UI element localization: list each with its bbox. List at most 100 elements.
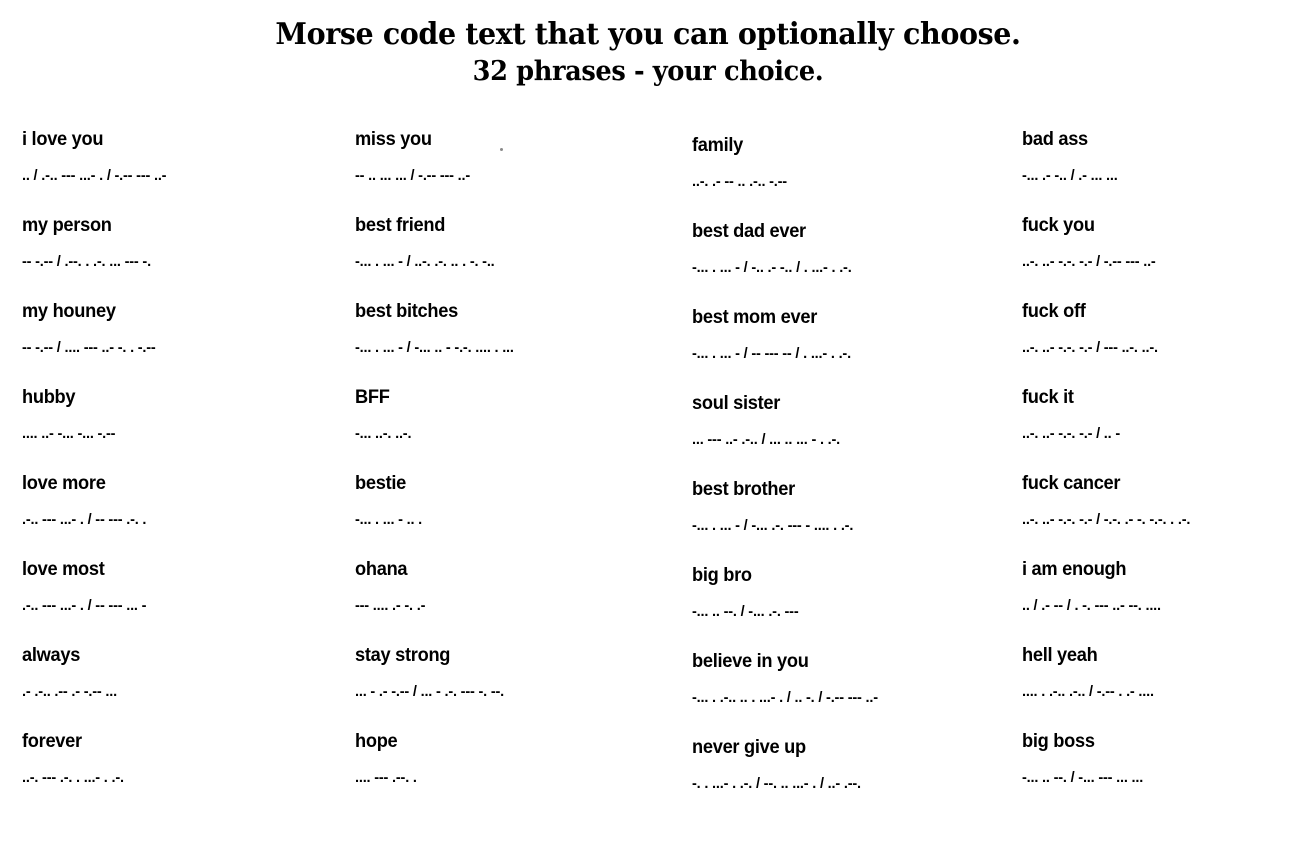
phrase-entry: best brother -... . ... - / -... .-. ---…	[692, 478, 1022, 564]
phrase-columns: i love you .. / .-.. --- ...- . / -.-- -…	[0, 0, 1296, 842]
morse-code: .-.. --- ...- . / -- --- .-. .	[22, 511, 147, 528]
phrase-entry: fuck it ..-. ..- -.-. -.- / .. -	[1022, 386, 1296, 472]
phrase-label: my houney	[22, 301, 116, 322]
phrase-label: best mom ever	[692, 307, 818, 328]
phrase-entry: miss you -- .. ... ... / -.-- --- ..-	[355, 128, 685, 214]
phrase-entry: soul sister ... --- ..- .-.. / ... .. ..…	[692, 392, 1022, 478]
phrase-label: big boss	[1022, 731, 1095, 752]
morse-code: -- -.-- / .--. . .-. ... --- -.	[22, 253, 151, 270]
morse-code: -... . ... - / -... .. - -.-. .... . ...	[355, 339, 514, 356]
phrase-label: family	[692, 135, 743, 156]
phrase-label: BFF	[355, 387, 390, 408]
phrase-label: i am enough	[1022, 559, 1127, 580]
phrase-label: believe in you	[692, 651, 809, 672]
phrase-entry: family ..-. .- -- .. .-.. -.--	[692, 134, 1022, 220]
morse-code: ... - .- -.-- / ... - .-. --- -. --.	[355, 683, 504, 700]
phrase-label: best bitches	[355, 301, 458, 322]
phrase-label: best friend	[355, 215, 446, 236]
page-root: Morse code text that you can optionally …	[0, 0, 1296, 842]
morse-code: -... . ... - .. .	[355, 511, 423, 528]
morse-code: -- -.-- / .... --- ..- -. . -.--	[22, 339, 156, 356]
phrase-column-3: family ..-. .- -- .. .-.. -.-- best dad …	[692, 134, 1022, 822]
phrase-entry: love most .-.. --- ...- . / -- --- ... -	[22, 558, 342, 644]
morse-code: -... .- -.. / .- ... ...	[1022, 167, 1118, 184]
phrase-label: bad ass	[1022, 129, 1088, 150]
phrase-entry: best bitches -... . ... - / -... .. - -.…	[355, 300, 685, 386]
phrase-label: big bro	[692, 565, 752, 586]
phrase-label: love most	[22, 559, 105, 580]
phrase-entry: stay strong ... - .- -.-- / ... - .-. --…	[355, 644, 685, 730]
morse-code: ... --- ..- .-.. / ... .. ... - . .-.	[692, 431, 841, 448]
morse-code: .... --- .--. .	[355, 769, 417, 786]
phrase-label: bestie	[355, 473, 406, 494]
phrase-label: soul sister	[692, 393, 781, 414]
phrase-entry: i love you .. / .-.. --- ...- . / -.-- -…	[22, 128, 342, 214]
phrase-label: hope	[355, 731, 398, 752]
phrase-column-1: i love you .. / .-.. --- ...- . / -.-- -…	[22, 128, 342, 816]
phrase-entry: BFF -... ..-. ..-.	[355, 386, 685, 472]
phrase-label: hubby	[22, 387, 76, 408]
morse-code: -. . ...- . .-. / --. .. ...- . / ..- .-…	[692, 775, 861, 792]
morse-code: -... . ... - / -.. .- -.. / . ...- . .-.	[692, 259, 852, 276]
phrase-entry: hope .... --- .--. .	[355, 730, 685, 816]
phrase-entry: hell yeah .... . .-.. .-.. / -.-- . .- .…	[1022, 644, 1296, 730]
morse-code: ..-. .- -- .. .-.. -.--	[692, 173, 787, 190]
phrase-label: i love you	[22, 129, 104, 150]
phrase-label: best dad ever	[692, 221, 806, 242]
phrase-entry: hubby .... ..- -... -... -.--	[22, 386, 342, 472]
phrase-label: my person	[22, 215, 112, 236]
phrase-label: ohana	[355, 559, 408, 580]
morse-code: .-.. --- ...- . / -- --- ... -	[22, 597, 147, 614]
phrase-entry: fuck cancer ..-. ..- -.-. -.- / -.-. .- …	[1022, 472, 1296, 558]
phrase-label: hell yeah	[1022, 645, 1098, 666]
phrase-entry: always .- .-.. .-- .- -.-- ...	[22, 644, 342, 730]
phrase-label: fuck off	[1022, 301, 1086, 322]
morse-code: -... . ... - / ..-. .-. .. . -. -..	[355, 253, 495, 270]
phrase-label: fuck cancer	[1022, 473, 1121, 494]
phrase-entry: ohana --- .... .- -. .-	[355, 558, 685, 644]
morse-code: -... . .-.. .. . ...- . / .. -. / -.-- -…	[692, 689, 878, 706]
morse-code: .... . .-.. .-.. / -.-- . .- ....	[1022, 683, 1154, 700]
morse-code: -... .. --. / -... .-. ---	[692, 603, 799, 620]
phrase-label: fuck it	[1022, 387, 1074, 408]
phrase-column-4: bad ass -... .- -.. / .- ... ... fuck yo…	[1022, 128, 1296, 816]
phrase-label: always	[22, 645, 81, 666]
phrase-entry: forever ..-. --- .-. . ...- . .-.	[22, 730, 342, 816]
morse-code: .. / .- -- / . -. --- ..- --. ....	[1022, 597, 1161, 614]
phrase-entry: big bro -... .. --. / -... .-. ---	[692, 564, 1022, 650]
morse-code: ..-. --- .-. . ...- . .-.	[22, 769, 124, 786]
morse-code: -... . ... - / -- --- -- / . ...- . .-.	[692, 345, 851, 362]
phrase-entry: best friend -... . ... - / ..-. .-. .. .…	[355, 214, 685, 300]
phrase-entry: big boss -... .. --. / -... --- ... ...	[1022, 730, 1296, 816]
morse-code: -- .. ... ... / -.-- --- ..-	[355, 167, 470, 184]
morse-code: --- .... .- -. .-	[355, 597, 426, 614]
phrase-label: love more	[22, 473, 106, 494]
scan-artifact-speck	[500, 148, 503, 151]
phrase-label: fuck you	[1022, 215, 1095, 236]
morse-code: -... . ... - / -... .-. --- - .... . .-.	[692, 517, 854, 534]
phrase-label: forever	[22, 731, 82, 752]
morse-code: ..-. ..- -.-. -.- / .. -	[1022, 425, 1120, 442]
morse-code: ..-. ..- -.-. -.- / -.-. .- -. -.-. . .-…	[1022, 511, 1191, 528]
phrase-label: never give up	[692, 737, 806, 758]
phrase-entry: fuck you ..-. ..- -.-. -.- / -.-- --- ..…	[1022, 214, 1296, 300]
phrase-entry: fuck off ..-. ..- -.-. -.- / --- ..-. ..…	[1022, 300, 1296, 386]
phrase-entry: i am enough .. / .- -- / . -. --- ..- --…	[1022, 558, 1296, 644]
phrase-column-2: miss you -- .. ... ... / -.-- --- ..- be…	[355, 128, 685, 816]
morse-code: -... .. --. / -... --- ... ...	[1022, 769, 1144, 786]
phrase-entry: believe in you -... . .-.. .. . ...- . /…	[692, 650, 1022, 736]
phrase-entry: best mom ever -... . ... - / -- --- -- /…	[692, 306, 1022, 392]
morse-code: ..-. ..- -.-. -.- / -.-- --- ..-	[1022, 253, 1156, 270]
morse-code: .- .-.. .-- .- -.-- ...	[22, 683, 117, 700]
phrase-entry: best dad ever -... . ... - / -.. .- -.. …	[692, 220, 1022, 306]
phrase-entry: bestie -... . ... - .. .	[355, 472, 685, 558]
phrase-entry: bad ass -... .- -.. / .- ... ...	[1022, 128, 1296, 214]
phrase-entry: my person -- -.-- / .--. . .-. ... --- -…	[22, 214, 342, 300]
phrase-label: miss you	[355, 129, 432, 150]
phrase-label: stay strong	[355, 645, 451, 666]
phrase-label: best brother	[692, 479, 795, 500]
morse-code: .... ..- -... -... -.--	[22, 425, 116, 442]
phrase-entry: never give up -. . ...- . .-. / --. .. .…	[692, 736, 1022, 822]
morse-code: -... ..-. ..-.	[355, 425, 412, 442]
phrase-entry: my houney -- -.-- / .... --- ..- -. . -.…	[22, 300, 342, 386]
